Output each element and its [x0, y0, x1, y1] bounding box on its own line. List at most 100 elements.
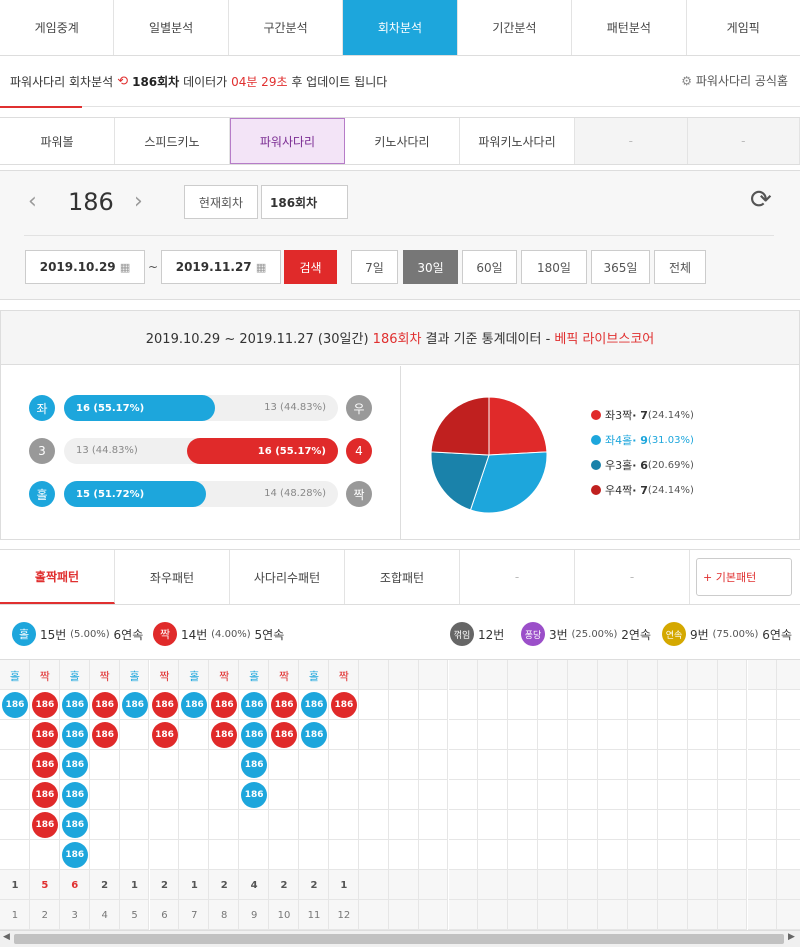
grid-cell [657, 720, 688, 750]
odd-pct: (5.00%) [70, 628, 110, 640]
grid-cell [777, 810, 800, 840]
grid-cell [418, 720, 449, 750]
round-input[interactable]: 186회차 [261, 185, 348, 219]
result-ball: 186 [241, 692, 268, 718]
grid-cell [0, 750, 30, 780]
grid-cell [328, 750, 359, 780]
scroll-right-icon[interactable]: ▶ [788, 932, 795, 942]
grid-cell [568, 660, 598, 690]
pongdang-count: 3번 [549, 627, 568, 642]
grid-cell [358, 810, 389, 840]
prev-round-arrow[interactable]: ‹ [28, 189, 37, 214]
top-tab-2[interactable]: 일별분석 [114, 0, 229, 55]
grid-cell [508, 690, 539, 720]
basic-pattern-button[interactable]: + 기본패턴 [696, 558, 792, 596]
grid-cell [269, 750, 299, 780]
result-ball: 186 [91, 692, 118, 718]
grid-cell [598, 720, 628, 750]
period-button-2[interactable]: 30일 [403, 250, 458, 284]
legend-dot [591, 460, 601, 470]
grid-cell [448, 690, 479, 720]
grid-cell [388, 660, 419, 690]
top-tab-6[interactable]: 패턴분석 [572, 0, 687, 55]
stats-range: 2019.10.29 ~ 2019.11.27 (30일간) [145, 332, 369, 347]
scroll-left-icon[interactable]: ◀ [3, 932, 10, 942]
grid-cell [478, 900, 509, 930]
grid-cell [598, 780, 628, 810]
grid-cell [657, 750, 688, 780]
current-round-button[interactable]: 현재회차 [184, 185, 258, 219]
grid-cell [598, 690, 628, 720]
grid-cell [657, 660, 688, 690]
game-tab-7: - [687, 118, 800, 164]
grid-col-count: 2 [101, 880, 109, 891]
grid-cell [747, 660, 778, 690]
grid-cell [568, 870, 598, 900]
stat-right-badge: 우 [346, 395, 372, 421]
period-button-4[interactable]: 180일 [521, 250, 587, 284]
pattern-tab-1[interactable]: 홀짝패턴 [0, 550, 115, 604]
history-icon: ⟲ [117, 73, 129, 89]
game-tab-2[interactable]: 스피드키노 [115, 118, 230, 164]
grid-cell [358, 660, 389, 690]
grid-cell [717, 660, 748, 690]
legend-pct: (31.03%) [647, 434, 694, 446]
refresh-icon[interactable]: ⟳ [750, 185, 772, 215]
continuous-summary: 연속 9번 (75.00%) 6연속 [662, 622, 792, 646]
horizontal-scrollbar[interactable]: ◀ ▶ [0, 930, 800, 947]
next-round-arrow[interactable]: › [134, 189, 143, 214]
grid-cell [627, 780, 658, 810]
grid-col-header: 홀 [308, 670, 319, 683]
pattern-tab-2[interactable]: 좌우패턴 [115, 550, 230, 604]
top-nav: 게임중계 일별분석 구간분석 회차분석 기간분석 패턴분석 게임픽 [0, 0, 800, 56]
period-button-6[interactable]: 전체 [654, 250, 706, 284]
stat-bar-other: 13 (44.83%) [76, 445, 138, 456]
search-button[interactable]: 검색 [284, 250, 337, 284]
grid-cell [209, 840, 240, 870]
grid-cell [508, 840, 539, 870]
grid-cell [209, 750, 240, 780]
grid-cell [448, 750, 479, 780]
scroll-thumb[interactable] [14, 934, 784, 944]
date-from-input[interactable]: 2019.10.29 ▦ [25, 250, 145, 284]
grid-cell [747, 690, 778, 720]
grid-col-header: 짝 [99, 670, 110, 683]
grid-cell [568, 780, 598, 810]
grid-col-count: 6 [71, 880, 79, 891]
grid-cell [209, 810, 240, 840]
period-button-3[interactable]: 60일 [462, 250, 517, 284]
top-tab-3[interactable]: 구간분석 [229, 0, 344, 55]
game-tab-5[interactable]: 파워키노사다리 [460, 118, 575, 164]
game-tab-3[interactable]: 파워사다리 [230, 118, 345, 164]
divider [24, 235, 774, 236]
grid-cell [418, 750, 449, 780]
stat-bar: 16 (55.17%) 13 (44.83%) [64, 438, 338, 464]
top-tab-4[interactable]: 회차분석 [343, 0, 458, 55]
top-tab-5[interactable]: 기간분석 [458, 0, 573, 55]
grid-cell [627, 810, 658, 840]
period-button-1[interactable]: 7일 [351, 250, 398, 284]
official-home-link[interactable]: ⚙ 파워사다리 공식홈 [681, 72, 788, 89]
pattern-tab-4[interactable]: 조합패턴 [345, 550, 460, 604]
grid-cell [538, 660, 569, 690]
grid-cell [358, 690, 389, 720]
game-tab-1[interactable]: 파워볼 [0, 118, 115, 164]
grid-cell [598, 750, 628, 780]
grid-cell [598, 870, 628, 900]
stat-left-badge: 좌 [29, 395, 55, 421]
period-button-5[interactable]: 365일 [591, 250, 650, 284]
result-ball: 186 [61, 722, 88, 748]
date-to-input[interactable]: 2019.11.27 ▦ [161, 250, 281, 284]
pattern-tab-3[interactable]: 사다리수패턴 [230, 550, 345, 604]
top-tab-1[interactable]: 게임중계 [0, 0, 115, 55]
game-tab-4[interactable]: 키노사다리 [345, 118, 460, 164]
grid-col-index: 4 [101, 910, 108, 921]
result-ball: 186 [91, 722, 118, 748]
pongdang-summary: 퐁당 3번 (25.00%) 2연속 [521, 622, 651, 646]
grid-cell [358, 780, 389, 810]
grid-cell [508, 810, 539, 840]
grid-cell [299, 750, 329, 780]
top-tab-7[interactable]: 게임픽 [687, 0, 800, 55]
result-ball: 186 [61, 812, 88, 838]
grid-col-count: 4 [250, 880, 258, 891]
